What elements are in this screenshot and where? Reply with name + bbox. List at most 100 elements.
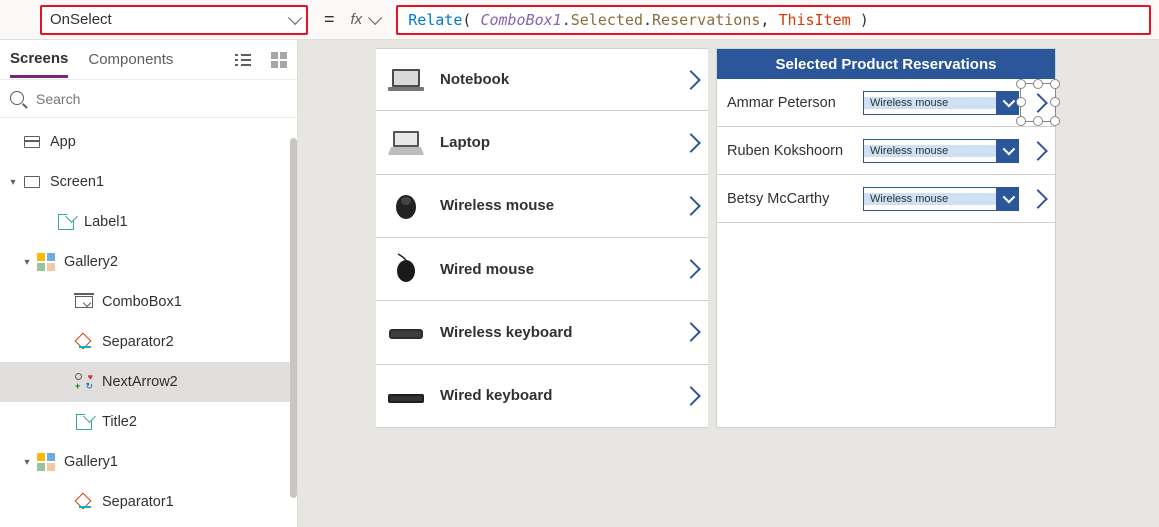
chevron-right-icon[interactable]	[681, 323, 701, 343]
separator-icon	[75, 495, 93, 509]
tree-node-title2[interactable]: Title2	[0, 402, 297, 442]
expand-icon[interactable]	[20, 257, 34, 268]
product-image	[386, 126, 426, 160]
formula-token: )	[851, 11, 869, 29]
formula-token: .	[562, 11, 571, 29]
expand-icon[interactable]	[6, 177, 20, 188]
formula-token: Relate	[408, 11, 462, 29]
chevron-right-icon[interactable]	[681, 133, 701, 153]
nextarrow-icon: ↻	[75, 373, 93, 391]
product-name: Wireless keyboard	[440, 324, 670, 341]
next-arrow-icon[interactable]	[1028, 141, 1048, 161]
product-combobox[interactable]: Wireless mouse	[863, 91, 1019, 115]
property-selector-value: OnSelect	[50, 11, 288, 28]
tree-node-separator1[interactable]: Separator1	[0, 482, 297, 522]
tree-search	[0, 80, 297, 118]
list-item[interactable]: Wireless mouse	[376, 175, 708, 238]
expand-icon[interactable]	[20, 457, 34, 468]
chevron-right-icon[interactable]	[681, 196, 701, 216]
tab-components[interactable]: Components	[88, 43, 173, 76]
combobox-value: Wireless mouse	[864, 193, 996, 205]
tree-node-combobox1[interactable]: ComboBox1	[0, 282, 297, 322]
formula-token: Selected	[571, 11, 643, 29]
chevron-right-icon[interactable]	[681, 259, 701, 279]
product-image	[386, 63, 426, 97]
grid-view-icon[interactable]	[271, 52, 287, 68]
separator-icon	[75, 335, 93, 349]
equals-sign: =	[320, 9, 339, 30]
tree-node-label: Gallery2	[64, 254, 118, 270]
tree-node-label: App	[50, 134, 76, 150]
person-name: Ruben Kokshoorn	[727, 143, 855, 159]
chevron-down-icon	[368, 10, 382, 24]
chevron-right-icon[interactable]	[681, 386, 701, 406]
tree-node-screen1[interactable]: Screen1	[0, 162, 297, 202]
tree-panel: Screens Components App Screen1	[0, 40, 298, 527]
product-image	[386, 315, 426, 349]
list-item[interactable]: Wireless keyboard	[376, 301, 708, 364]
combobox-value: Wireless mouse	[864, 97, 996, 109]
chevron-down-icon[interactable]	[996, 188, 1018, 210]
list-item[interactable]: Notebook	[376, 48, 708, 111]
product-image	[386, 252, 426, 286]
tree-node-label1[interactable]: Label1	[0, 202, 297, 242]
reservations-gallery[interactable]: Selected Product Reservations Ammar Pete…	[716, 48, 1056, 428]
tree-node-gallery2[interactable]: Gallery2	[0, 242, 297, 282]
app-preview: Notebook Laptop Wireless mouse	[376, 48, 1056, 428]
tab-screens[interactable]: Screens	[10, 42, 68, 78]
fx-label: fx	[351, 11, 363, 28]
products-gallery[interactable]: Notebook Laptop Wireless mouse	[376, 48, 708, 428]
list-item[interactable]: Wired keyboard	[376, 365, 708, 428]
product-name: Notebook	[440, 71, 670, 88]
fx-button[interactable]: fx	[351, 11, 385, 28]
list-view-icon[interactable]	[235, 52, 251, 68]
formula-token: Reservations	[652, 11, 760, 29]
product-combobox[interactable]: Wireless mouse	[863, 187, 1019, 211]
gallery-icon	[37, 253, 55, 271]
tree-view[interactable]: App Screen1 Label1 Gallery2 ComboBox1	[0, 118, 297, 527]
formula-token: ComboBox1	[480, 11, 561, 29]
next-arrow-icon[interactable]	[1028, 189, 1048, 209]
product-name: Wired mouse	[440, 261, 670, 278]
product-name: Wired keyboard	[440, 387, 670, 404]
product-combobox[interactable]: Wireless mouse	[863, 139, 1019, 163]
property-selector[interactable]: OnSelect	[40, 5, 308, 35]
chevron-down-icon[interactable]	[996, 140, 1018, 162]
tree-node-label: Separator1	[102, 494, 174, 510]
tree-node-app[interactable]: App	[0, 122, 297, 162]
scrollbar-thumb[interactable]	[290, 138, 297, 498]
chevron-down-icon[interactable]	[996, 92, 1018, 114]
list-item[interactable]: Ruben Kokshoorn Wireless mouse	[717, 127, 1055, 175]
product-name: Laptop	[440, 134, 670, 151]
list-item[interactable]: Betsy McCarthy Wireless mouse	[717, 175, 1055, 223]
tree-node-label: Title2	[102, 414, 137, 430]
list-item[interactable]: Laptop	[376, 111, 708, 174]
list-item[interactable]: Wired mouse	[376, 238, 708, 301]
tree-node-separator2[interactable]: Separator2	[0, 322, 297, 362]
chevron-down-icon	[288, 10, 302, 24]
tree-node-label: Gallery1	[64, 454, 118, 470]
reservations-header: Selected Product Reservations	[717, 49, 1055, 79]
combobox-value: Wireless mouse	[864, 145, 996, 157]
gallery-icon	[37, 453, 55, 471]
next-arrow-icon[interactable]	[1028, 93, 1048, 113]
chevron-right-icon[interactable]	[681, 70, 701, 90]
tree-node-nextarrow2[interactable]: ↻ NextArrow2	[0, 362, 297, 402]
formula-token: (	[462, 11, 480, 29]
search-icon	[10, 91, 24, 105]
list-item[interactable]: Ammar Peterson Wireless mouse	[717, 79, 1055, 127]
design-canvas[interactable]: Notebook Laptop Wireless mouse	[298, 40, 1159, 527]
tree-node-label: NextArrow2	[102, 374, 178, 390]
tree-node-gallery1[interactable]: Gallery1	[0, 442, 297, 482]
main-area: Screens Components App Screen1	[0, 40, 1159, 527]
formula-token: ,	[760, 11, 778, 29]
combobox-icon	[75, 296, 93, 308]
formula-input[interactable]: Relate( ComboBox1.Selected.Reservations,…	[396, 5, 1151, 35]
tree-tabs: Screens Components	[0, 40, 297, 80]
product-image	[386, 379, 426, 413]
search-input[interactable]	[0, 80, 297, 117]
product-image	[386, 189, 426, 223]
app-icon	[24, 136, 40, 148]
person-name: Betsy McCarthy	[727, 191, 855, 207]
tree-node-label: Label1	[84, 214, 128, 230]
